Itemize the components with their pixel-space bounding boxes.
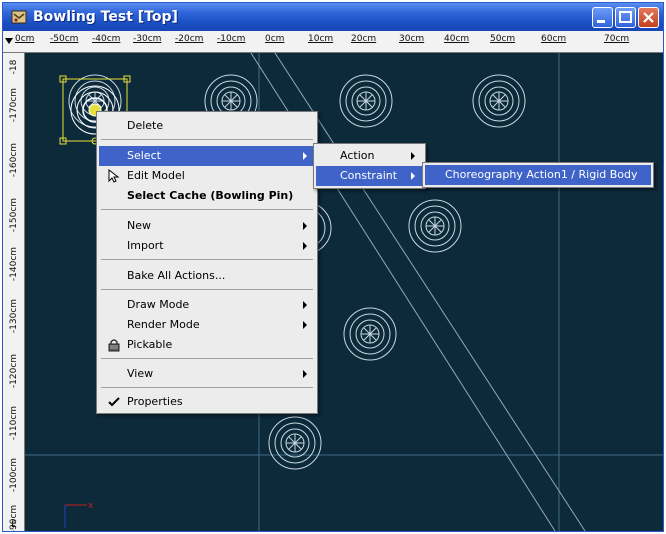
title-bar[interactable]: Bowling Test [Top]	[3, 3, 663, 31]
submenu-arrow-icon	[411, 152, 415, 160]
bowling-pin[interactable]	[472, 74, 526, 128]
constraint-submenu: Choreography Action1 / Rigid Body	[422, 162, 654, 188]
menu-item-label: View	[127, 367, 154, 380]
horizontal-ruler: 0cm -50cm -40cm -30cm -20cm -10cm 0cm 10…	[3, 31, 663, 53]
ruler-tick: 70cm	[604, 34, 630, 44]
ruler-tick: -170cm	[9, 87, 19, 123]
submenu-arrow-icon	[303, 370, 307, 378]
lane-line	[274, 53, 586, 531]
menu-item-constraint[interactable]: Constraint	[316, 166, 423, 186]
select-submenu: Action Constraint	[313, 143, 426, 189]
menu-item-label: Import	[127, 239, 164, 252]
menu-separator	[101, 358, 313, 359]
submenu-arrow-icon	[303, 152, 307, 160]
submenu-arrow-icon	[303, 301, 307, 309]
ruler-tick: 20cm	[351, 34, 377, 44]
vertical-ruler: -18 -170cm -160cm -150cm -140cm -130cm -…	[3, 53, 25, 531]
minimize-button[interactable]	[592, 7, 613, 28]
ruler-tick: -50cm	[50, 34, 79, 44]
context-menu: Delete Select Edit Model Select Cache (B…	[96, 111, 318, 414]
menu-item-label: Properties	[127, 395, 183, 408]
menu-item-view[interactable]: View	[99, 364, 315, 384]
menu-item-choreography-action[interactable]: Choreography Action1 / Rigid Body	[425, 165, 651, 185]
menu-item-label: Select Cache (Bowling Pin)	[127, 189, 294, 202]
edit-cursor-icon	[108, 169, 120, 183]
ruler-tick: -120cm	[9, 353, 19, 389]
ruler-tick: E	[11, 520, 17, 530]
menu-item-select-cache[interactable]: Select Cache (Bowling Pin)	[99, 186, 315, 206]
bowling-pin[interactable]	[408, 199, 462, 253]
menu-item-label: Draw Mode	[127, 298, 190, 311]
checkmark-icon	[108, 397, 120, 407]
app-icon	[11, 10, 27, 24]
menu-item-label: Bake All Actions...	[127, 269, 226, 282]
menu-item-label: Delete	[127, 119, 164, 132]
ruler-tick: -110cm	[9, 405, 19, 441]
axis-gizmo: x	[64, 501, 94, 528]
menu-item-label: Action	[340, 149, 375, 162]
menu-separator	[101, 259, 313, 260]
menu-item-import[interactable]: Import	[99, 236, 315, 256]
menu-item-delete[interactable]: Delete	[99, 116, 315, 136]
ruler-tick: 60cm	[541, 34, 567, 44]
submenu-arrow-icon	[303, 222, 307, 230]
minimize-icon	[597, 20, 605, 23]
ruler-tick: -20cm	[175, 34, 204, 44]
bowling-pin[interactable]	[343, 307, 397, 361]
app-window: Bowling Test [Top] 0cm -50cm -40cm -30cm…	[2, 2, 664, 532]
menu-item-edit-model[interactable]: Edit Model	[99, 166, 315, 186]
menu-item-label: Select	[127, 149, 161, 162]
menu-item-action[interactable]: Action	[316, 146, 423, 166]
window-title: Bowling Test [Top]	[33, 9, 178, 25]
menu-item-label: Choreography Action1 / Rigid Body	[445, 168, 638, 181]
ruler-tick: -40cm	[92, 34, 121, 44]
ruler-tick: 10cm	[308, 34, 334, 44]
ruler-dropdown-icon[interactable]	[5, 38, 13, 44]
ruler-tick: -10cm	[217, 34, 246, 44]
submenu-arrow-icon	[303, 321, 307, 329]
menu-item-bake-all-actions[interactable]: Bake All Actions...	[99, 266, 315, 286]
lock-icon	[108, 339, 120, 352]
ruler-tick: -140cm	[9, 246, 19, 282]
submenu-arrow-icon	[411, 172, 415, 180]
ruler-tick: -100cm	[9, 457, 19, 493]
ruler-tick: 0cm	[265, 34, 285, 44]
ruler-tick: -130cm	[9, 298, 19, 334]
ruler-tick: -30cm	[133, 34, 162, 44]
menu-separator	[101, 289, 313, 290]
submenu-arrow-icon	[303, 242, 307, 250]
ruler-tick: 50cm	[490, 34, 516, 44]
menu-item-label: Render Mode	[127, 318, 200, 331]
menu-item-draw-mode[interactable]: Draw Mode	[99, 295, 315, 315]
menu-item-label: Pickable	[127, 338, 173, 351]
menu-item-properties[interactable]: Properties	[99, 392, 315, 412]
menu-item-new[interactable]: New	[99, 216, 315, 236]
ruler-tick: 30cm	[399, 34, 425, 44]
svg-text:x: x	[88, 501, 94, 511]
ruler-tick: -160cm	[9, 142, 19, 178]
ruler-tick: -18	[9, 59, 19, 75]
menu-item-select[interactable]: Select	[99, 146, 315, 166]
ruler-tick: 0cm	[15, 34, 35, 44]
close-icon	[643, 12, 654, 23]
menu-item-label: Edit Model	[127, 169, 185, 182]
bowling-pin[interactable]	[268, 416, 322, 470]
ruler-tick: 40cm	[444, 34, 470, 44]
menu-separator	[101, 387, 313, 388]
menu-item-pickable[interactable]: Pickable	[99, 335, 315, 355]
ruler-tick: -150cm	[9, 197, 19, 233]
menu-separator	[101, 209, 313, 210]
close-button[interactable]	[638, 7, 659, 28]
menu-item-label: Constraint	[340, 169, 398, 182]
bowling-pin[interactable]	[339, 74, 393, 128]
maximize-button[interactable]	[615, 7, 636, 28]
menu-item-label: New	[127, 219, 151, 232]
maximize-icon	[619, 11, 632, 23]
menu-item-render-mode[interactable]: Render Mode	[99, 315, 315, 335]
menu-separator	[101, 139, 313, 140]
